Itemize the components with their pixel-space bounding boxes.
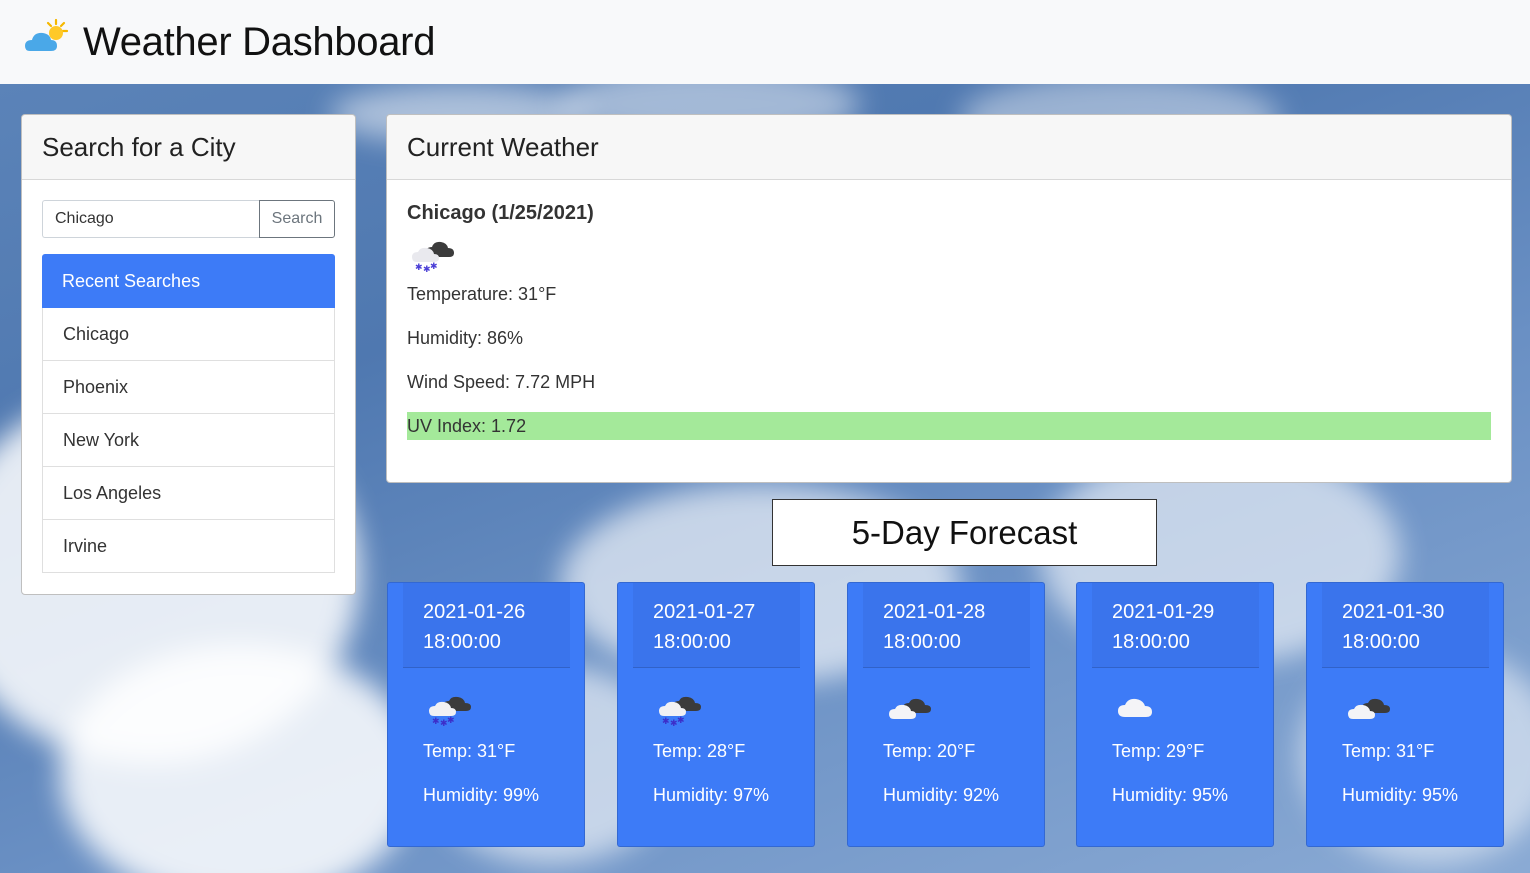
forecast-card-header: 2021-01-28 18:00:00 <box>863 583 1030 668</box>
current-weather-card: Current Weather Chicago (1/25/2021) ✱ ✱ ✱ … <box>386 114 1512 483</box>
cloud-icon <box>1118 698 1152 717</box>
forecast-temp: Temp: 29°F <box>1112 741 1205 761</box>
forecast-humidity: Humidity: 95% <box>1112 785 1229 805</box>
forecast-date: 2021-01-26 <box>423 601 526 623</box>
city-search-input[interactable] <box>42 200 259 238</box>
forecast-card: 2021-01-27 18:00:00 ✱ ✱ ✱ Temp: 28°F Humid… <box>617 582 815 847</box>
recent-search-item[interactable]: Phoenix <box>42 361 335 414</box>
forecast-date: 2021-01-27 <box>653 601 756 623</box>
forecast-humidity: Humidity: 95% <box>1342 785 1459 805</box>
recent-searches-list: Recent Searches Chicago Phoenix New York… <box>42 254 335 573</box>
forecast-temp: Temp: 28°F <box>653 741 746 761</box>
recent-searches-header: Recent Searches <box>42 254 335 308</box>
snow-cloud-icon: ✱ ✱ ✱ <box>412 241 454 275</box>
search-card-title: Search for a City <box>22 115 355 180</box>
recent-search-item[interactable]: Chicago <box>42 308 335 361</box>
current-weather-title: Current Weather <box>387 115 1511 180</box>
svg-text:✱: ✱ <box>447 716 455 726</box>
current-wind-speed: Wind Speed: 7.72 MPH <box>407 372 596 392</box>
forecast-temp: Temp: 31°F <box>423 741 516 761</box>
recent-search-item[interactable]: Irvine <box>42 520 335 573</box>
forecast-card-header: 2021-01-30 18:00:00 <box>1322 583 1489 668</box>
forecast-card-header: 2021-01-27 18:00:00 <box>633 583 800 668</box>
forecast-humidity: Humidity: 97% <box>653 785 770 805</box>
app-header: Weather Dashboard <box>0 0 1530 84</box>
svg-text:✱: ✱ <box>430 262 438 272</box>
forecast-card: 2021-01-30 18:00:00 Temp: 31°F Humidity:… <box>1306 582 1504 847</box>
forecast-card-header: 2021-01-29 18:00:00 <box>1092 583 1259 668</box>
search-row: Search <box>42 200 335 238</box>
uv-index-badge: UV Index: 1.72 <box>407 412 1491 440</box>
broken-clouds-icon <box>1348 698 1390 719</box>
forecast-date: 2021-01-29 <box>1112 601 1215 623</box>
app-title: Weather Dashboard <box>83 20 436 64</box>
forecast-date: 2021-01-28 <box>883 601 986 623</box>
broken-clouds-icon <box>889 698 931 719</box>
forecast-card-header: 2021-01-26 18:00:00 <box>403 583 570 668</box>
forecast-time: 18:00:00 <box>423 631 501 653</box>
svg-text:✱: ✱ <box>432 717 440 727</box>
snow-cloud-icon: ✱ ✱ ✱ <box>659 696 701 727</box>
forecast-date: 2021-01-30 <box>1342 601 1445 623</box>
forecast-title: 5-Day Forecast <box>772 499 1157 566</box>
forecast-time: 18:00:00 <box>1112 631 1190 653</box>
forecast-card: 2021-01-26 18:00:00 ✱ ✱ ✱ Temp: 31°F Humid… <box>387 582 585 847</box>
snow-cloud-icon: ✱ ✱ ✱ <box>429 696 471 727</box>
search-button[interactable]: Search <box>259 200 335 238</box>
forecast-card: 2021-01-29 18:00:00 Temp: 29°F Humidity:… <box>1076 582 1274 847</box>
forecast-time: 18:00:00 <box>1342 631 1420 653</box>
forecast-time: 18:00:00 <box>883 631 961 653</box>
svg-text:✱: ✱ <box>677 716 685 726</box>
svg-text:✱: ✱ <box>415 263 423 273</box>
forecast-humidity: Humidity: 92% <box>883 785 1000 805</box>
current-temperature: Temperature: 31°F <box>407 284 557 304</box>
svg-text:✱: ✱ <box>662 717 670 727</box>
current-humidity: Humidity: 86% <box>407 328 524 348</box>
recent-search-item[interactable]: Los Angeles <box>42 467 335 520</box>
forecast-humidity: Humidity: 99% <box>423 785 540 805</box>
recent-search-item[interactable]: New York <box>42 414 335 467</box>
search-card: Search for a City Search Recent Searches… <box>21 114 356 595</box>
forecast-temp: Temp: 31°F <box>1342 741 1435 761</box>
forecast-time: 18:00:00 <box>653 631 731 653</box>
forecast-temp: Temp: 20°F <box>883 741 976 761</box>
partly-sunny-logo-icon <box>25 18 69 51</box>
forecast-card: 2021-01-28 18:00:00 Temp: 20°F Humidity:… <box>847 582 1045 847</box>
current-city-date: Chicago (1/25/2021) <box>407 202 594 224</box>
